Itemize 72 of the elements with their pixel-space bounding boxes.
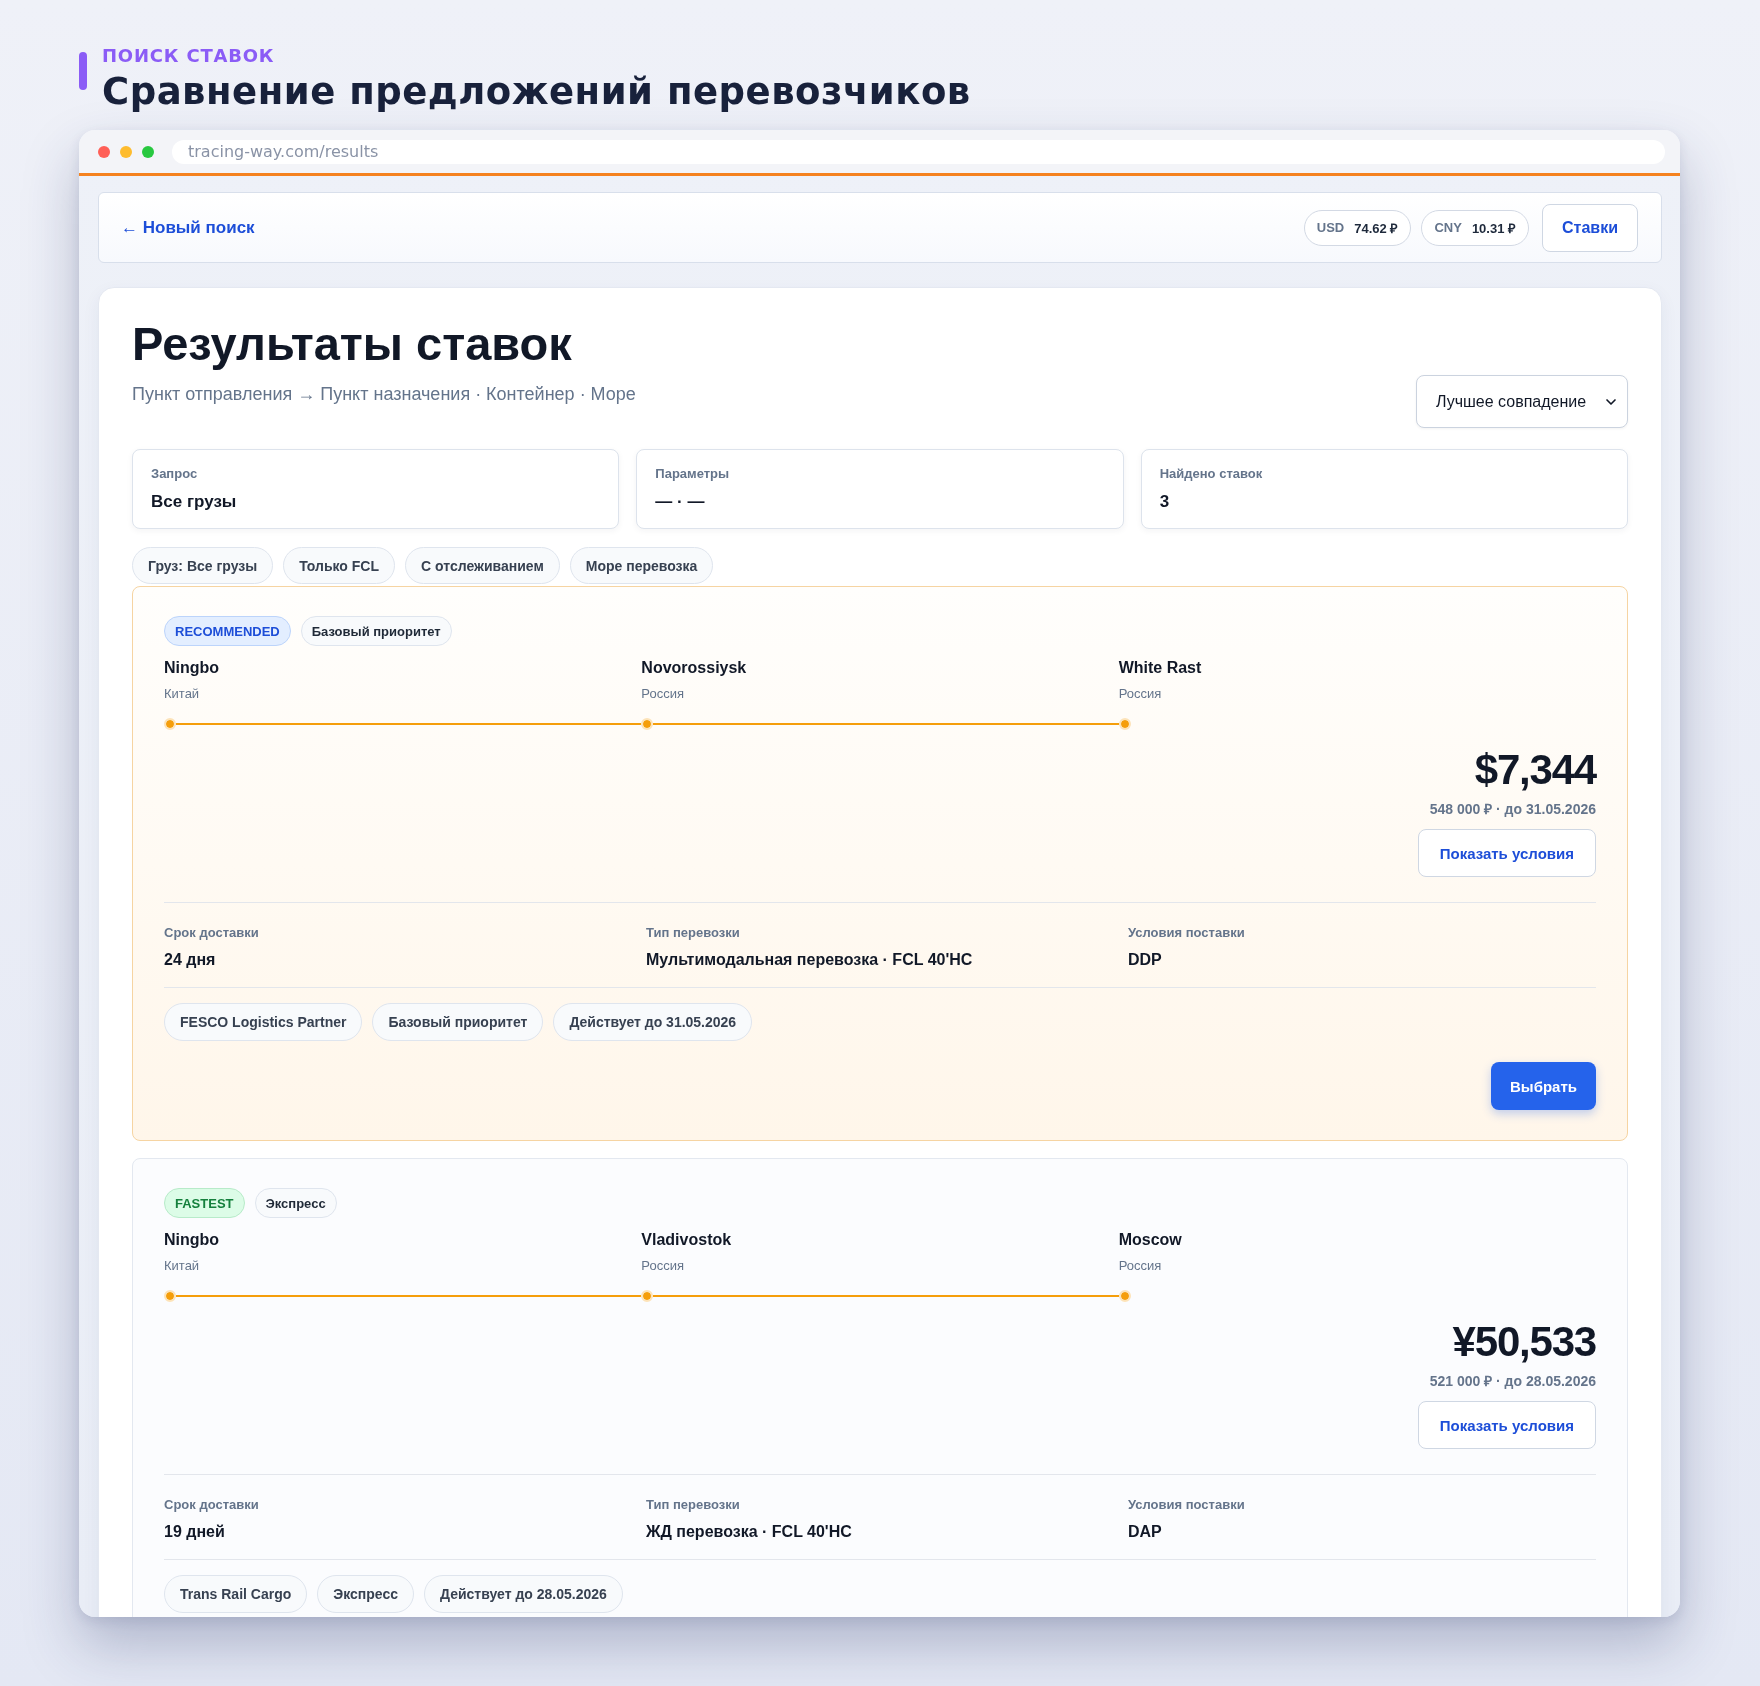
select-button[interactable]: Выбрать [1491,1062,1596,1110]
price-note: 521 000 ₽ · до 28.05.2026 [1429,1372,1596,1390]
results-subtitle: Пункт отправления → Пункт назначения · Контейнер · Море [132,383,636,406]
stop-city: Moscow [1118,1230,1182,1250]
offer-tag: FESCO Logistics Partner [164,1003,363,1041]
offer-badge: FASTEST [164,1188,245,1218]
price-amount: $7,344 [1474,746,1596,794]
detail-label: Условия поставки [1128,925,1245,941]
detail-value: 19 дней [164,1522,225,1542]
detail-value: DDP [1128,950,1162,970]
maximize-dot-icon[interactable] [142,145,154,158]
price-note: 548 000 ₽ · до 31.05.2026 [1429,800,1596,818]
close-dot-icon[interactable] [98,145,110,158]
rates-button[interactable]: Ставки [1542,203,1638,252]
detail-label: Срок доставки [164,1497,259,1513]
offer-badge: Экспресс [254,1188,337,1218]
route-stop-icon [164,718,176,730]
stop-city: Ningbo [164,1230,220,1250]
minimize-dot-icon[interactable] [120,145,132,158]
stop-city: Novorossiysk [641,658,747,678]
rate-value: 74.62 ₽ [1354,219,1399,237]
results-title: Результаты ставок [132,317,573,371]
detail-label: Условия поставки [1128,1497,1245,1513]
filter-chip[interactable]: Только FCL [283,547,396,584]
stop-country: Россия [641,1258,684,1274]
terms-button[interactable]: Показать условия [1417,1401,1596,1449]
detail-label: Тип перевозки [646,1497,740,1513]
detail-value: DAP [1128,1522,1162,1542]
accent-bar [79,52,87,90]
stop-city: Vladivostok [641,1230,732,1250]
route-stop-icon [641,718,654,730]
detail-value: 24 дня [164,950,216,970]
route-stop-icon [164,1290,176,1302]
offer-tag: Базовый приоритет [372,1003,544,1041]
route-stop-icon [641,1290,654,1302]
stop-country: Россия [641,686,684,702]
detail-label: Срок доставки [164,925,259,941]
currency-code: USD [1316,220,1345,235]
detail-value: ЖД перевозка · FCL 40'HC [646,1522,852,1542]
back-link[interactable]: ← Новый поиск [121,217,255,238]
page-title: Сравнение предложений перевозчиков [102,70,971,114]
filter-chip[interactable]: Море перевозка [569,547,714,584]
stop-country: Китай [164,686,200,702]
offer-tag: Trans Rail Cargo [164,1575,308,1613]
summary-value: 3 [1159,492,1171,512]
detail-label: Тип перевозки [646,925,740,941]
currency-code: CNY [1434,220,1462,235]
summary-label: Параметры [655,466,731,482]
offer-tag: Действует до 31.05.2026 [553,1003,753,1041]
sort-select[interactable]: Лучшее совпадение [1416,375,1628,428]
summary-value: — · — [655,492,706,512]
terms-button[interactable]: Показать условия [1417,829,1596,877]
filter-chip[interactable]: Груз: Все грузы [132,547,274,584]
stop-country: Россия [1118,686,1162,702]
offer-badge: RECOMMENDED [164,616,291,646]
route-stop-icon [1118,718,1131,730]
offer-tag: Действует до 28.05.2026 [424,1575,623,1613]
offer-badge: Базовый приоритет [300,616,452,646]
filter-chip[interactable]: С отслеживанием [405,547,560,584]
offer-tag: Экспресс [317,1575,414,1613]
stop-country: Россия [1118,1258,1162,1274]
summary-value: Все грузы [151,492,238,512]
eyebrow-label: ПОИСК СТАВОК [102,45,276,67]
summary-label: Найдено ставок [1159,466,1264,482]
rate-value: 10.31 ₽ [1471,219,1517,237]
stop-city: White Rast [1118,658,1202,678]
detail-value: Мультимодальная перевозка · FCL 40'HC [646,950,973,970]
stop-city: Ningbo [164,658,220,678]
route-stop-icon [1118,1290,1131,1302]
summary-label: Запрос [151,466,199,482]
price-amount: ¥50,533 [1452,1318,1596,1366]
stop-country: Китай [164,1258,200,1274]
